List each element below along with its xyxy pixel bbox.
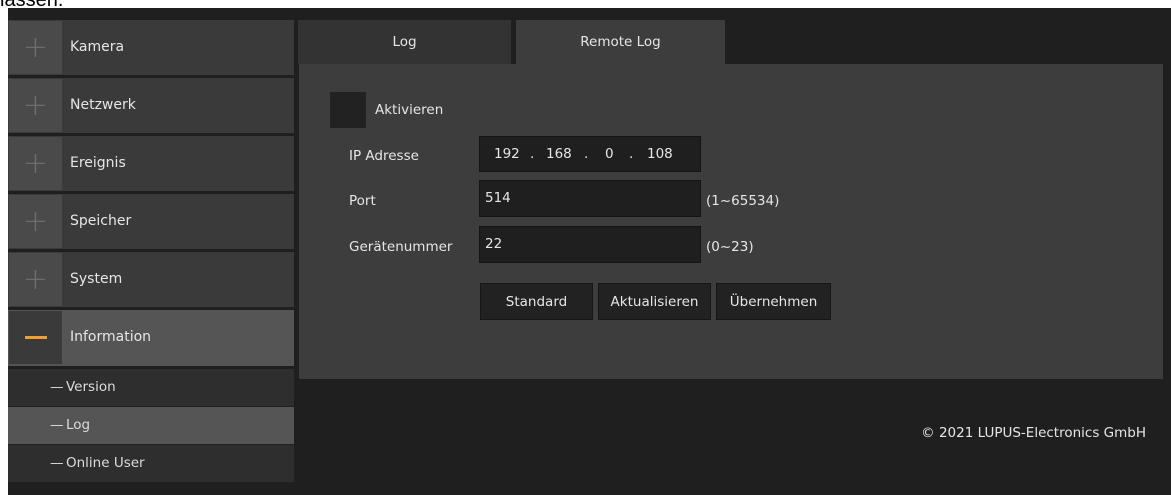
sidebar-item-label: Ereignis [70,155,126,171]
dash-icon: — [50,417,64,433]
dash-icon: — [50,455,64,471]
apply-button[interactable]: Übernehmen [716,283,831,320]
sidebar-item-label: Information [70,329,152,345]
ip-octet-3[interactable]: 0 [605,146,614,162]
ip-address-label: IP Adresse [349,148,419,164]
port-range-hint: (1~65534) [706,193,780,209]
sidebar-subitem-online-user[interactable]: — Online User [8,445,294,483]
sidebar-subitem-label: Online User [66,455,145,471]
port-label: Port [349,193,376,209]
plus-icon[interactable]: + [9,21,62,74]
plus-icon[interactable]: + [9,137,62,190]
sidebar-subitem-label: Log [66,417,91,433]
sidebar-item-information[interactable]: Information [8,310,294,366]
device-number-value: 22 [485,236,503,252]
sidebar-subitem-log[interactable]: — Log [8,407,294,445]
sidebar-item-ereignis[interactable]: + Ereignis [8,136,294,191]
ip-separator: . [530,146,535,162]
standard-button[interactable]: Standard [480,283,593,320]
device-range-hint: (0~23) [706,239,754,255]
sidebar-item-label: Kamera [70,39,125,55]
sidebar-subitem-label: Version [66,379,116,395]
port-input[interactable]: 514 [479,180,701,217]
ip-octet-2[interactable]: 168 [546,146,572,162]
ip-octet-4[interactable]: 108 [647,146,673,162]
sidebar-item-netzwerk[interactable]: + Netzwerk [8,78,294,133]
ip-separator: . [584,146,589,162]
sidebar: + Kamera + Netzwerk + Ereignis + Speiche… [8,20,294,483]
tab-log[interactable]: Log [298,20,511,64]
sidebar-item-kamera[interactable]: + Kamera [8,20,294,75]
device-number-input[interactable]: 22 [479,226,701,263]
sidebar-subitem-version[interactable]: — Version [8,369,294,407]
activate-label: Aktivieren [375,102,444,118]
sidebar-item-speicher[interactable]: + Speicher [8,194,294,249]
refresh-button[interactable]: Aktualisieren [598,283,711,320]
ip-separator: . [629,146,634,162]
plus-icon[interactable]: + [9,195,62,248]
port-value: 514 [485,190,511,206]
dash-icon: — [50,379,64,395]
sidebar-item-system[interactable]: + System [8,252,294,307]
plus-icon[interactable]: + [9,253,62,306]
sidebar-item-label: Netzwerk [70,97,136,113]
ip-octet-1[interactable]: 192 [494,146,520,162]
device-number-label: Gerätenummer [349,239,453,255]
tab-remote-log[interactable]: Remote Log [516,20,725,64]
sidebar-item-label: Speicher [70,213,132,229]
copyright-footer: © 2021 LUPUS-Electronics GmbH [921,425,1146,441]
minus-icon[interactable] [9,311,62,364]
activate-checkbox[interactable] [330,92,366,128]
ip-address-field[interactable]: 192 . 168 . 0 . 108 [479,136,701,172]
sidebar-item-label: System [70,271,123,287]
plus-icon[interactable]: + [9,79,62,132]
